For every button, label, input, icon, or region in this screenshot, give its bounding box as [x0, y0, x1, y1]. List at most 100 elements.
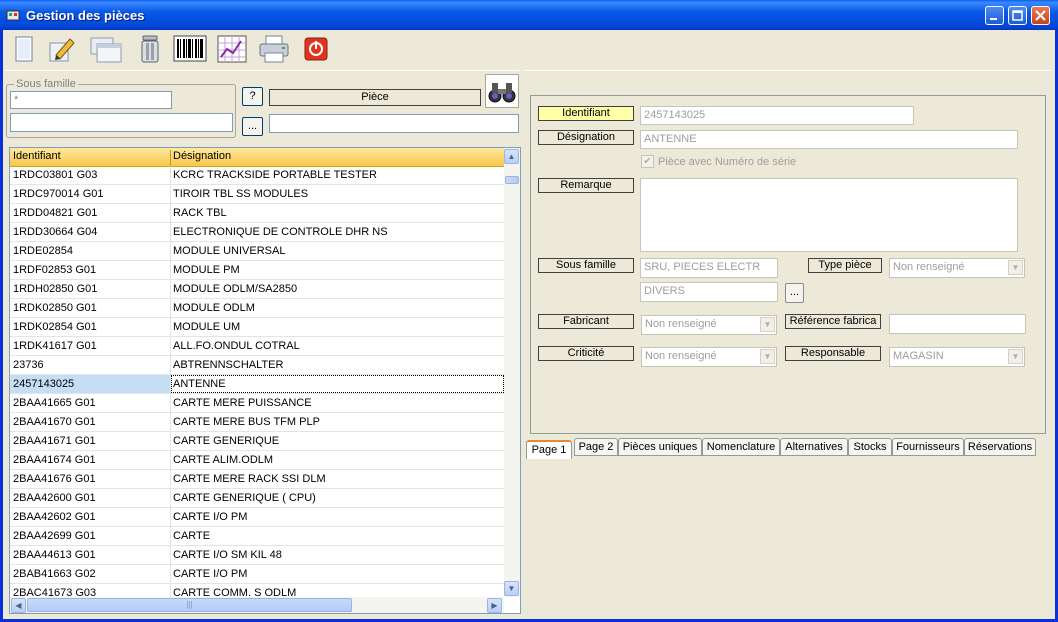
table-row[interactable]: 2BAB41663 G02 CARTE I/O PM	[10, 565, 504, 584]
cell-identifiant[interactable]: 1RDH02850 G01	[13, 283, 168, 295]
cell-identifiant[interactable]: 1RDK41617 G01	[13, 340, 168, 352]
horizontal-scroll-thumb[interactable]: |||	[27, 598, 352, 612]
table-row[interactable]: 2BAA42602 G01 CARTE I/O PM	[10, 508, 504, 527]
column-header-identifiant[interactable]: Identifiant	[13, 150, 61, 162]
cell-identifiant[interactable]: 2BAA42600 G01	[13, 492, 168, 504]
cell-identifiant[interactable]: 2BAA41676 G01	[13, 473, 168, 485]
exit-button[interactable]	[302, 33, 332, 65]
cell-designation[interactable]: CARTE	[173, 530, 503, 542]
close-button[interactable]	[1031, 6, 1050, 25]
cell-designation[interactable]: CARTE MERE RACK SSI DLM	[173, 473, 503, 485]
cell-designation[interactable]: CARTE GENERIQUE ( CPU)	[173, 492, 503, 504]
pieces-grid[interactable]: Identifiant Désignation 1RDC03801 G03 KCR…	[9, 147, 521, 614]
table-row[interactable]: 1RDD04821 G01 RACK TBL	[10, 204, 504, 223]
reference-fabricant-field[interactable]	[889, 314, 1026, 334]
scroll-left-arrow[interactable]: ◀	[11, 598, 26, 613]
help-button[interactable]: ?	[242, 87, 263, 106]
chevron-down-icon[interactable]: ▼	[760, 317, 775, 332]
chevron-down-icon[interactable]: ▼	[1008, 260, 1023, 275]
serial-number-checkbox[interactable]: ✔	[641, 155, 654, 168]
tab-stocks[interactable]: Stocks	[848, 438, 892, 456]
table-row[interactable]: 1RDE02854 MODULE UNIVERSAL	[10, 242, 504, 261]
table-row[interactable]: 1RDD30664 G04 ELECTRONIQUE DE CONTROLE DH…	[10, 223, 504, 242]
table-row[interactable]: 2BAA41665 G01 CARTE MERE PUISSANCE	[10, 394, 504, 413]
table-row[interactable]: 2BAA41676 G01 CARTE MERE RACK SSI DLM	[10, 470, 504, 489]
print-button[interactable]	[257, 33, 291, 65]
tab-alternatives[interactable]: Alternatives	[780, 438, 848, 456]
cell-identifiant[interactable]: 2BAA42699 G01	[13, 530, 168, 542]
cell-designation[interactable]: MODULE UM	[173, 321, 503, 333]
table-row[interactable]: 2BAA41674 G01 CARTE ALIM.ODLM	[10, 451, 504, 470]
barcode-button[interactable]	[172, 33, 210, 65]
table-row[interactable]: 1RDK02854 G01 MODULE UM	[10, 318, 504, 337]
browse-sous-famille-detail-button[interactable]: ...	[785, 283, 804, 303]
cell-identifiant[interactable]: 1RDE02854	[13, 245, 168, 257]
cell-identifiant[interactable]: 2BAB41663 G02	[13, 568, 168, 580]
search-button[interactable]	[485, 74, 519, 108]
cell-designation[interactable]: MODULE ODLM/SA2850	[173, 283, 503, 295]
browse-sous-famille-button[interactable]: ...	[242, 117, 263, 136]
sous-famille-sub-field[interactable]: DIVERS	[640, 282, 778, 302]
cell-designation[interactable]: CARTE MERE PUISSANCE	[173, 397, 503, 409]
tab-page-1[interactable]: Page 1	[526, 440, 572, 459]
piece-search-input[interactable]	[269, 114, 519, 133]
cell-identifiant[interactable]: 1RDD30664 G04	[13, 226, 168, 238]
delete-button[interactable]	[135, 33, 165, 65]
table-row[interactable]: 2BAA41671 G01 CARTE GENERIQUE	[10, 432, 504, 451]
table-row[interactable]: 2BAA41670 G01 CARTE MERE BUS TFM PLP	[10, 413, 504, 432]
sous-famille-detail-input[interactable]	[10, 113, 233, 132]
cell-identifiant[interactable]: 2BAA41665 G01	[13, 397, 168, 409]
cell-designation[interactable]: MODULE ODLM	[173, 302, 503, 314]
cell-identifiant[interactable]: 1RDD04821 G01	[13, 207, 168, 219]
cell-identifiant[interactable]: 23736	[13, 359, 168, 371]
tab-page-2[interactable]: Page 2	[574, 438, 618, 456]
table-row[interactable]: 1RDH02850 G01 MODULE ODLM/SA2850	[10, 280, 504, 299]
maximize-button[interactable]	[1008, 6, 1027, 25]
cell-identifiant[interactable]: 2BAA44613 G01	[13, 549, 168, 561]
table-row[interactable]: 1RDK41617 G01 ALL.FO.ONDUL COTRAL	[10, 337, 504, 356]
scroll-up-arrow[interactable]: ▲	[504, 149, 519, 164]
table-row[interactable]: 1RDK02850 G01 MODULE ODLM	[10, 299, 504, 318]
sous-famille-filter-input[interactable]: *	[10, 91, 172, 109]
cell-designation[interactable]: CARTE MERE BUS TFM PLP	[173, 416, 503, 428]
cell-designation[interactable]: RACK TBL	[173, 207, 503, 219]
cell-designation[interactable]: MODULE PM	[173, 264, 503, 276]
chevron-down-icon[interactable]: ▼	[760, 349, 775, 364]
table-row[interactable]: 2BAA44613 G01 CARTE I/O SM KIL 48	[10, 546, 504, 565]
minimize-button[interactable]	[985, 6, 1004, 25]
cell-designation[interactable]: MODULE UNIVERSAL	[173, 245, 503, 257]
responsable-select[interactable]: MAGASIN ▼	[889, 347, 1025, 367]
table-row[interactable]: 2BAA42699 G01 CARTE	[10, 527, 504, 546]
tab-fournisseurs[interactable]: Fournisseurs	[892, 438, 964, 456]
table-row[interactable]: 1RDC970014 G01 TIROIR TBL SS MODULES	[10, 185, 504, 204]
tab-pieces-uniques[interactable]: Pièces uniques	[618, 438, 702, 456]
nomenclature-button[interactable]	[215, 33, 251, 65]
cell-identifiant[interactable]: 1RDC03801 G03	[13, 169, 168, 181]
table-row[interactable]: 2457143025 ANTENNE	[10, 375, 504, 394]
cell-identifiant[interactable]: 2457143025	[13, 378, 168, 390]
cell-identifiant[interactable]: 1RDC970014 G01	[13, 188, 168, 200]
cell-identifiant[interactable]: 2BAA41674 G01	[13, 454, 168, 466]
tab-nomenclature[interactable]: Nomenclature	[702, 438, 780, 456]
table-row[interactable]: 1RDC03801 G03 KCRC TRACKSIDE PORTABLE TES…	[10, 166, 504, 185]
cell-designation[interactable]: CARTE GENERIQUE	[173, 435, 503, 447]
table-row[interactable]: 2BAA42600 G01 CARTE GENERIQUE ( CPU)	[10, 489, 504, 508]
cell-designation[interactable]: ALL.FO.ONDUL COTRAL	[173, 340, 503, 352]
cell-designation[interactable]: ELECTRONIQUE DE CONTROLE DHR NS	[173, 226, 503, 238]
cell-designation[interactable]: ANTENNE	[173, 378, 503, 390]
chevron-down-icon[interactable]: ▼	[1008, 349, 1023, 364]
title-bar[interactable]: Gestion des pièces	[0, 0, 1058, 30]
new-button[interactable]	[9, 33, 39, 65]
remarque-textarea[interactable]	[640, 178, 1018, 252]
duplicate-button[interactable]	[89, 33, 122, 65]
cell-designation[interactable]: CARTE I/O PM	[173, 568, 503, 580]
type-piece-select[interactable]: Non renseigné ▼	[889, 258, 1025, 278]
scroll-right-arrow[interactable]: ▶	[487, 598, 502, 613]
sous-famille-field[interactable]: SRU, PIECES ELECTR	[640, 258, 778, 278]
cell-designation[interactable]: KCRC TRACKSIDE PORTABLE TESTER	[173, 169, 503, 181]
vertical-scroll-thumb[interactable]	[505, 176, 519, 184]
tab-reservations[interactable]: Réservations	[964, 438, 1036, 456]
table-row[interactable]: 23736 ABTRENNSCHALTER	[10, 356, 504, 375]
vertical-scrollbar[interactable]: ▲ ▼	[504, 148, 520, 597]
designation-field[interactable]: ANTENNE	[640, 130, 1018, 149]
